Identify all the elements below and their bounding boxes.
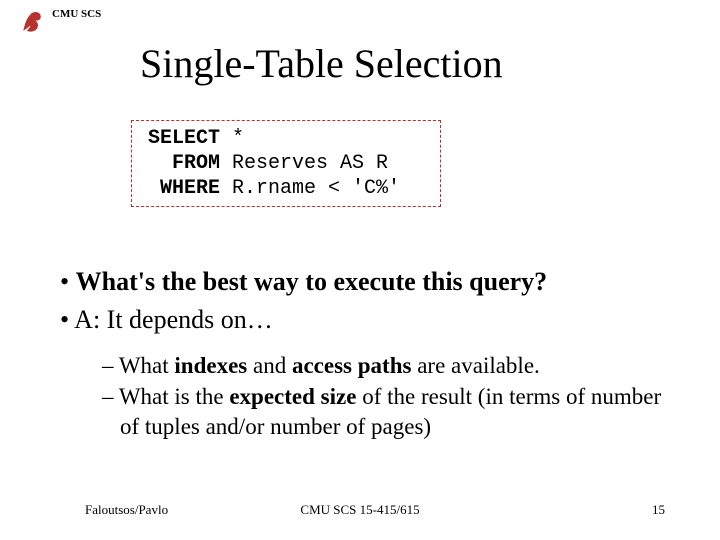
sub-bullet-1-pre: – What — [102, 353, 174, 378]
bullet-question-text: What's the best way to execute this quer… — [76, 267, 548, 296]
sql-keyword-where: WHERE — [142, 176, 220, 201]
sql-line-where: WHERE R.rname < 'C%' — [142, 176, 430, 201]
sub-bullet-2-bold: expected size — [229, 384, 356, 409]
sub-bullet-indexes: – What indexes and access paths are avai… — [102, 351, 680, 381]
sql-keyword-select: SELECT — [142, 126, 220, 151]
sql-arg-where: R.rname < 'C%' — [220, 176, 400, 201]
sql-line-select: SELECT * — [142, 126, 430, 151]
sub-bullet-1-post: are available. — [411, 353, 539, 378]
sql-arg-from: Reserves AS R — [220, 151, 388, 176]
sub-bullet-size: – What is the expected size of the resul… — [102, 382, 680, 442]
slide-footer: Faloutsos/Pavlo CMU SCS 15-415/615 15 — [0, 502, 720, 518]
footer-authors: Faloutsos/Pavlo — [85, 502, 168, 518]
bullet-question: • What's the best way to execute this qu… — [60, 265, 680, 299]
footer-course: CMU SCS 15-415/615 — [300, 502, 419, 518]
cmu-logo-icon — [18, 8, 46, 36]
footer-page-number: 15 — [652, 502, 665, 518]
sub-bullet-1-bold1: indexes — [174, 353, 247, 378]
slide-header: CMU SCS — [18, 8, 101, 36]
header-org-text: CMU SCS — [52, 8, 101, 20]
bullet-answer: • A: It depends on… — [60, 303, 680, 337]
sql-keyword-from: FROM — [142, 151, 220, 176]
slide-title: Single-Table Selection — [140, 40, 503, 87]
sub-bullet-1-mid: and — [247, 353, 292, 378]
sub-bullet-list: – What indexes and access paths are avai… — [102, 351, 680, 443]
bullet-dot: • — [60, 267, 76, 296]
sql-line-from: FROM Reserves AS R — [142, 151, 430, 176]
sub-bullet-2-pre: – What is the — [102, 384, 229, 409]
sql-arg-select: * — [220, 126, 244, 151]
sql-code-box: SELECT * FROM Reserves AS R WHERE R.rnam… — [131, 120, 441, 207]
sub-bullet-1-bold2: access paths — [292, 353, 411, 378]
bullet-list: • What's the best way to execute this qu… — [60, 265, 680, 444]
